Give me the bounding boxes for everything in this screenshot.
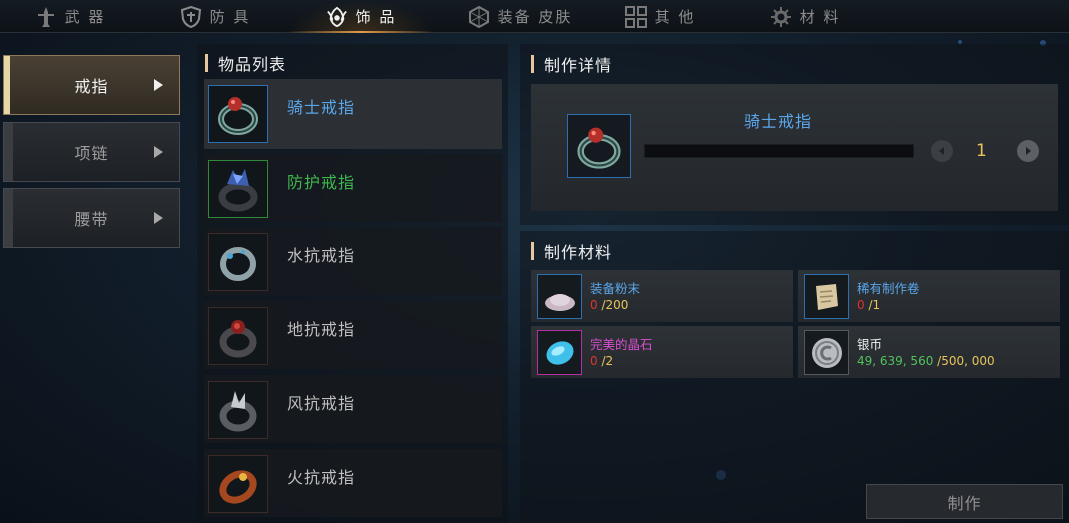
silver-coin-icon (804, 330, 849, 375)
material-have: 0 (857, 298, 865, 312)
chevron-left-icon (939, 147, 944, 155)
list-item[interactable]: 风抗戒指 (204, 375, 502, 443)
item-name: 风抗戒指 (287, 394, 356, 413)
tab-equipment-skin[interactable]: 装备 皮肤 (455, 0, 585, 33)
tab-material[interactable]: 材 料 (765, 0, 845, 33)
section-marker (205, 54, 208, 72)
equipment-skin-icon (468, 5, 490, 28)
material-name: 完美的晶石 (590, 337, 653, 352)
chevron-right-icon (154, 212, 163, 224)
material-need: /500, 000 (937, 354, 995, 368)
item-name: 火抗戒指 (287, 468, 356, 487)
material-slot[interactable]: 装备粉末 0 /200 (531, 270, 793, 322)
fire-resist-ring-icon (208, 455, 268, 513)
material-need: /200 (601, 298, 629, 312)
material-name: 装备粉末 (590, 281, 641, 296)
knight-ring-icon (208, 85, 268, 143)
craft-item-name: 骑士戒指 (744, 112, 813, 131)
quantity-value: 1 (976, 141, 987, 161)
wind-resist-ring-icon (208, 381, 268, 439)
tab-armor[interactable]: 防 具 (165, 0, 265, 33)
material-count: 0 /200 (590, 298, 628, 312)
list-item[interactable]: 防护戒指 (204, 154, 502, 222)
material-slot[interactable]: 银币 49, 639, 560 /500, 000 (798, 326, 1060, 378)
item-list-title: 物品列表 (205, 51, 286, 75)
list-item[interactable]: 地抗戒指 (204, 301, 502, 369)
chevron-right-icon (154, 146, 163, 158)
tab-weapon[interactable]: 武 器 (25, 0, 115, 33)
material-need: /1 (868, 298, 881, 312)
chevron-right-icon (1026, 147, 1031, 155)
material-count: 0 /1 (857, 298, 880, 312)
material-need: /2 (601, 354, 614, 368)
craft-detail-title: 制作详情 (531, 52, 612, 76)
category-belt[interactable]: 腰带 (3, 188, 180, 248)
weapon-icon (35, 6, 57, 28)
section-marker (531, 242, 534, 260)
materials-title: 制作材料 (531, 239, 612, 263)
tab-other[interactable]: 其 他 (620, 0, 700, 33)
category-necklace-label: 项链 (74, 144, 109, 163)
tab-weapon-label: 武 器 (64, 8, 106, 26)
materials-title-text: 制作材料 (544, 243, 613, 262)
material-slot[interactable]: 稀有制作卷 0 /1 (798, 270, 1060, 322)
knight-ring-icon (567, 114, 631, 178)
item-name: 防护戒指 (287, 173, 356, 192)
tab-material-label: 材 料 (799, 8, 841, 26)
material-have: 0 (590, 298, 598, 312)
tab-accessory-label: 饰 品 (355, 8, 397, 26)
decrease-quantity-button[interactable] (931, 140, 953, 162)
material-count: 49, 639, 560 /500, 000 (857, 354, 995, 368)
tab-equipment-skin-label: 装备 皮肤 (497, 8, 573, 26)
other-grid-icon (624, 5, 647, 28)
item-name: 骑士戒指 (287, 98, 356, 117)
category-belt-label: 腰带 (74, 210, 109, 229)
category-ring-label: 戒指 (74, 77, 109, 96)
chevron-right-icon (154, 79, 163, 91)
item-name: 水抗戒指 (287, 246, 356, 265)
water-resist-ring-icon (208, 233, 268, 291)
category-necklace[interactable]: 项链 (3, 122, 180, 182)
top-tab-bar: 武 器 防 具 饰 品 装备 皮肤 其 他 材 料 (0, 0, 1069, 33)
material-name: 稀有制作卷 (857, 281, 920, 296)
item-list-title-text: 物品列表 (218, 55, 287, 74)
tab-accessory[interactable]: 饰 品 (288, 0, 434, 33)
armor-shield-icon (180, 5, 202, 28)
category-ring[interactable]: 戒指 (3, 55, 180, 115)
perfect-crystal-icon (537, 330, 582, 375)
item-name: 地抗戒指 (287, 320, 356, 339)
list-item[interactable]: 水抗戒指 (204, 227, 502, 295)
increase-quantity-button[interactable] (1017, 140, 1039, 162)
material-gear-icon (770, 6, 792, 28)
material-slot[interactable]: 完美的晶石 0 /2 (531, 326, 793, 378)
material-name: 银币 (857, 337, 883, 352)
material-have: 0 (590, 354, 598, 368)
material-have: 49, 639, 560 (857, 354, 934, 368)
craft-button[interactable]: 制作 (866, 484, 1063, 519)
accessory-crest-icon (326, 6, 348, 28)
tab-armor-label: 防 具 (209, 8, 251, 26)
earth-resist-ring-icon (208, 307, 268, 365)
material-count: 0 /2 (590, 354, 613, 368)
quantity-slider[interactable] (644, 144, 914, 158)
equipment-powder-icon (537, 274, 582, 319)
craft-detail-title-text: 制作详情 (544, 56, 613, 75)
list-item[interactable]: 火抗戒指 (204, 449, 502, 517)
section-marker (531, 55, 534, 73)
tab-other-label: 其 他 (654, 8, 696, 26)
protection-ring-icon (208, 160, 268, 218)
rare-craft-scroll-icon (804, 274, 849, 319)
list-item[interactable]: 骑士戒指 (204, 79, 502, 149)
